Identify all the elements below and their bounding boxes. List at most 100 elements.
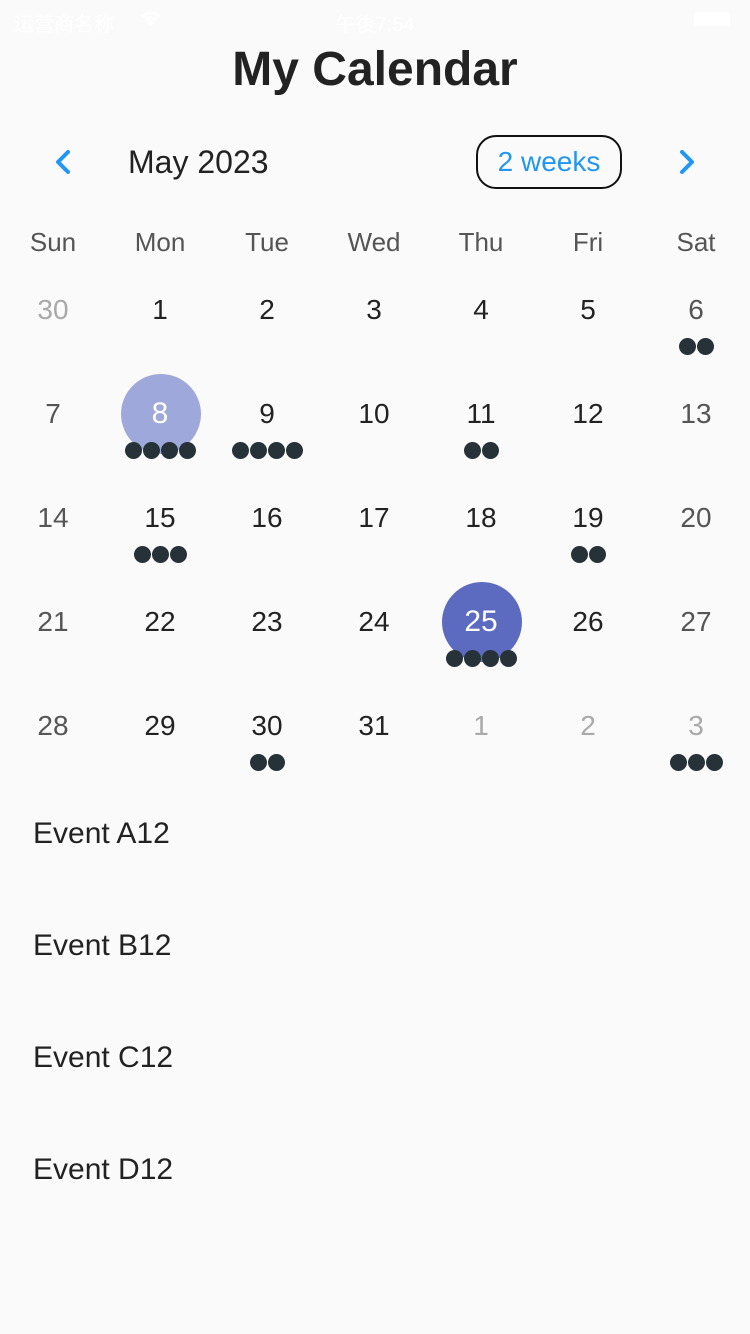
event-list-item[interactable]: Event C12 [0,1000,750,1112]
day-cell[interactable]: 26 [535,582,642,686]
event-title: Event A12 [33,817,170,850]
event-marker-dot [169,546,187,563]
page-title: My Calendar [232,43,518,96]
day-cell[interactable]: 3 [321,270,428,374]
day-cell[interactable]: 7 [0,374,107,478]
event-markers [214,442,321,460]
day-cell[interactable]: 14 [0,478,107,582]
day-number: 10 [358,398,390,429]
event-marker-dot [231,442,249,459]
day-cell[interactable]: 24 [321,582,428,686]
day-number: 22 [144,606,176,637]
event-marker-dot [178,442,196,459]
day-cell[interactable]: 25 [428,582,535,686]
event-markers [107,546,214,564]
day-number: 13 [680,398,712,429]
day-number: 1 [473,710,489,741]
event-marker-dot [267,754,285,771]
day-cell[interactable]: 10 [321,374,428,478]
weekday-label: Sat [676,227,716,257]
day-number: 27 [680,606,712,637]
day-number: 23 [251,606,283,637]
status-bar: 运营商名称 午後7:54 [0,0,750,40]
event-marker-dot [463,442,481,459]
day-cell[interactable]: 1 [107,270,214,374]
day-number: 8 [151,397,169,430]
day-cell[interactable]: 28 [0,686,107,790]
weekday-label: Wed [347,227,401,257]
day-cell[interactable]: 2 [214,270,321,374]
day-number: 3 [366,294,382,325]
day-number: 4 [473,294,489,325]
event-marker-dot [499,650,517,667]
day-cell[interactable]: 18 [428,478,535,582]
weekday-label: Mon [134,227,186,257]
day-cell[interactable]: 13 [643,374,750,478]
day-cell[interactable]: 9 [214,374,321,478]
event-marker-dot [445,650,463,667]
event-marker-dot [160,442,178,459]
event-title: Event D12 [33,1153,174,1186]
day-cell[interactable]: 23 [214,582,321,686]
previous-month-button[interactable] [44,142,84,182]
day-number: 2 [259,294,275,325]
day-cell[interactable]: 20 [643,478,750,582]
day-number: 14 [37,502,69,533]
day-cell[interactable]: 21 [0,582,107,686]
next-month-button[interactable] [666,142,706,182]
event-list-item[interactable]: Event B12 [0,888,750,1000]
day-cell[interactable]: 2 [535,686,642,790]
day-cell[interactable]: 5 [535,270,642,374]
day-cell[interactable]: 16 [214,478,321,582]
event-marker-dot [481,650,499,667]
day-cell[interactable]: 22 [107,582,214,686]
day-number: 5 [580,294,596,325]
day-cell[interactable]: 8 [107,374,214,478]
chevron-right-icon [680,150,694,174]
day-cell[interactable]: 15 [107,478,214,582]
battery-icon [694,12,730,26]
day-number: 11 [466,398,496,429]
event-marker-dot [133,546,151,563]
day-cell[interactable]: 1 [428,686,535,790]
day-cell[interactable]: 11 [428,374,535,478]
event-marker-dot [285,442,303,459]
format-toggle-button[interactable]: 2 weeks [476,135,622,189]
event-marker-dot [481,442,499,459]
day-number: 16 [251,502,283,533]
weekday-header-row: Sun Mon Tue Wed Thu Fri Sat [0,222,750,262]
day-cell[interactable]: 4 [428,270,535,374]
day-number: 28 [37,710,69,741]
day-cell[interactable]: 19 [535,478,642,582]
day-number: 3 [688,710,704,741]
event-marker-dot [687,754,705,771]
event-list-item[interactable]: Event A12 [0,776,750,888]
day-cell[interactable]: 29 [107,686,214,790]
event-markers [643,754,750,772]
weekday-label: Tue [245,227,289,257]
event-marker-dot [678,338,696,355]
status-time: 午後7:54 [335,14,415,36]
weekday-label: Fri [572,227,604,257]
day-number: 29 [144,710,176,741]
day-cell[interactable]: 30 [0,270,107,374]
day-cell[interactable]: 31 [321,686,428,790]
day-number: 7 [45,398,61,429]
event-markers [107,442,214,460]
event-title: Event B12 [33,929,172,962]
weekday-label: Sun [29,227,77,257]
event-markers [214,754,321,772]
day-number: 20 [680,502,712,533]
day-number: 6 [688,294,704,325]
day-cell[interactable]: 17 [321,478,428,582]
day-cell[interactable]: 27 [643,582,750,686]
day-number: 1 [152,294,168,325]
day-cell[interactable]: 6 [643,270,750,374]
event-list-item[interactable]: Event D12 [0,1112,750,1224]
day-cell[interactable]: 12 [535,374,642,478]
day-cell[interactable]: 30 [214,686,321,790]
day-cell[interactable]: 3 [643,686,750,790]
event-marker-dot [249,754,267,771]
event-marker-dot [588,546,606,563]
month-label: May 2023 [128,144,269,180]
